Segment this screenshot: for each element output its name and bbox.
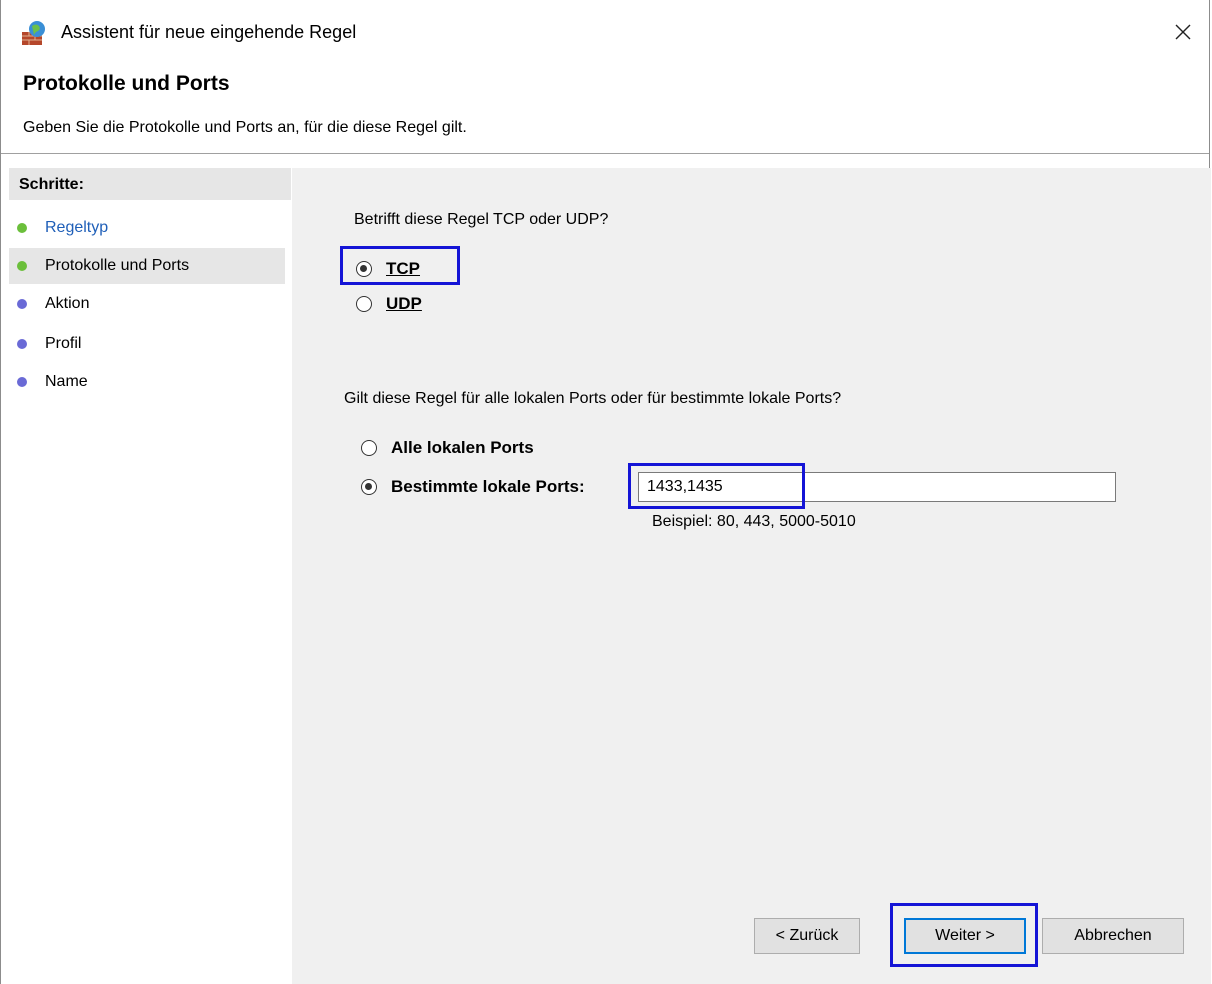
header-divider: [1, 153, 1209, 154]
ports-question: Gilt diese Regel für alle lokalen Ports …: [344, 390, 842, 407]
step-pending-icon: [17, 377, 27, 387]
udp-label: UDP: [386, 294, 422, 313]
next-highlight-box: [890, 903, 1038, 967]
steps-sidebar: Schritte: Regeltyp Protokolle und Ports …: [9, 168, 291, 984]
back-button[interactable]: < Zurück: [754, 918, 860, 954]
step-label: Regeltyp: [45, 219, 109, 236]
page-description: Geben Sie die Protokolle und Ports an, f…: [23, 119, 467, 136]
step-name: Name: [9, 364, 285, 400]
step-aktion: Aktion: [9, 286, 285, 322]
ports-example-hint: Beispiel: 80, 443, 5000-5010: [652, 513, 856, 530]
step-pending-icon: [17, 299, 27, 309]
all-ports-radio[interactable]: Alle lokalen Ports: [361, 438, 534, 458]
title-bar: Assistent für neue eingehende Regel: [1, 0, 1209, 62]
window-title: Assistent für neue eingehende Regel: [61, 22, 357, 42]
specific-ports-label: Bestimmte lokale Ports:: [391, 477, 585, 496]
step-protokolle-und-ports: Protokolle und Ports: [9, 248, 285, 284]
protocol-question: Betrifft diese Regel TCP oder UDP?: [354, 211, 609, 228]
step-profil: Profil: [9, 326, 285, 362]
page-title: Protokolle und Ports: [23, 72, 230, 95]
steps-heading: Schritte:: [9, 168, 291, 200]
specific-ports-radio[interactable]: Bestimmte lokale Ports:: [361, 477, 585, 497]
step-label: Profil: [45, 335, 82, 352]
firewall-icon: [22, 21, 45, 45]
step-current-icon: [17, 261, 27, 271]
udp-radio[interactable]: UDP: [356, 294, 422, 314]
step-regeltyp[interactable]: Regeltyp: [9, 210, 285, 246]
content-panel: Betrifft diese Regel TCP oder UDP? TCP U…: [292, 168, 1211, 984]
wizard-window: Assistent für neue eingehende Regel Prot…: [0, 0, 1211, 984]
step-pending-icon: [17, 339, 27, 349]
step-label: Name: [45, 373, 88, 390]
radio-unchecked-icon: [361, 440, 377, 456]
tcp-highlight-box: [340, 246, 460, 285]
all-ports-label: Alle lokalen Ports: [391, 438, 534, 457]
close-icon: [1175, 24, 1191, 40]
back-button-label: < Zurück: [775, 927, 839, 944]
cancel-button[interactable]: Abbrechen: [1042, 918, 1184, 954]
step-done-icon: [17, 223, 27, 233]
cancel-button-label: Abbrechen: [1074, 927, 1152, 944]
step-label: Aktion: [45, 295, 90, 312]
ports-highlight-box: [628, 463, 805, 509]
step-label: Protokolle und Ports: [45, 257, 190, 274]
close-button[interactable]: [1165, 14, 1201, 50]
radio-unchecked-icon: [356, 296, 372, 312]
steps-heading-label: Schritte:: [19, 176, 84, 193]
radio-checked-icon: [361, 479, 377, 495]
